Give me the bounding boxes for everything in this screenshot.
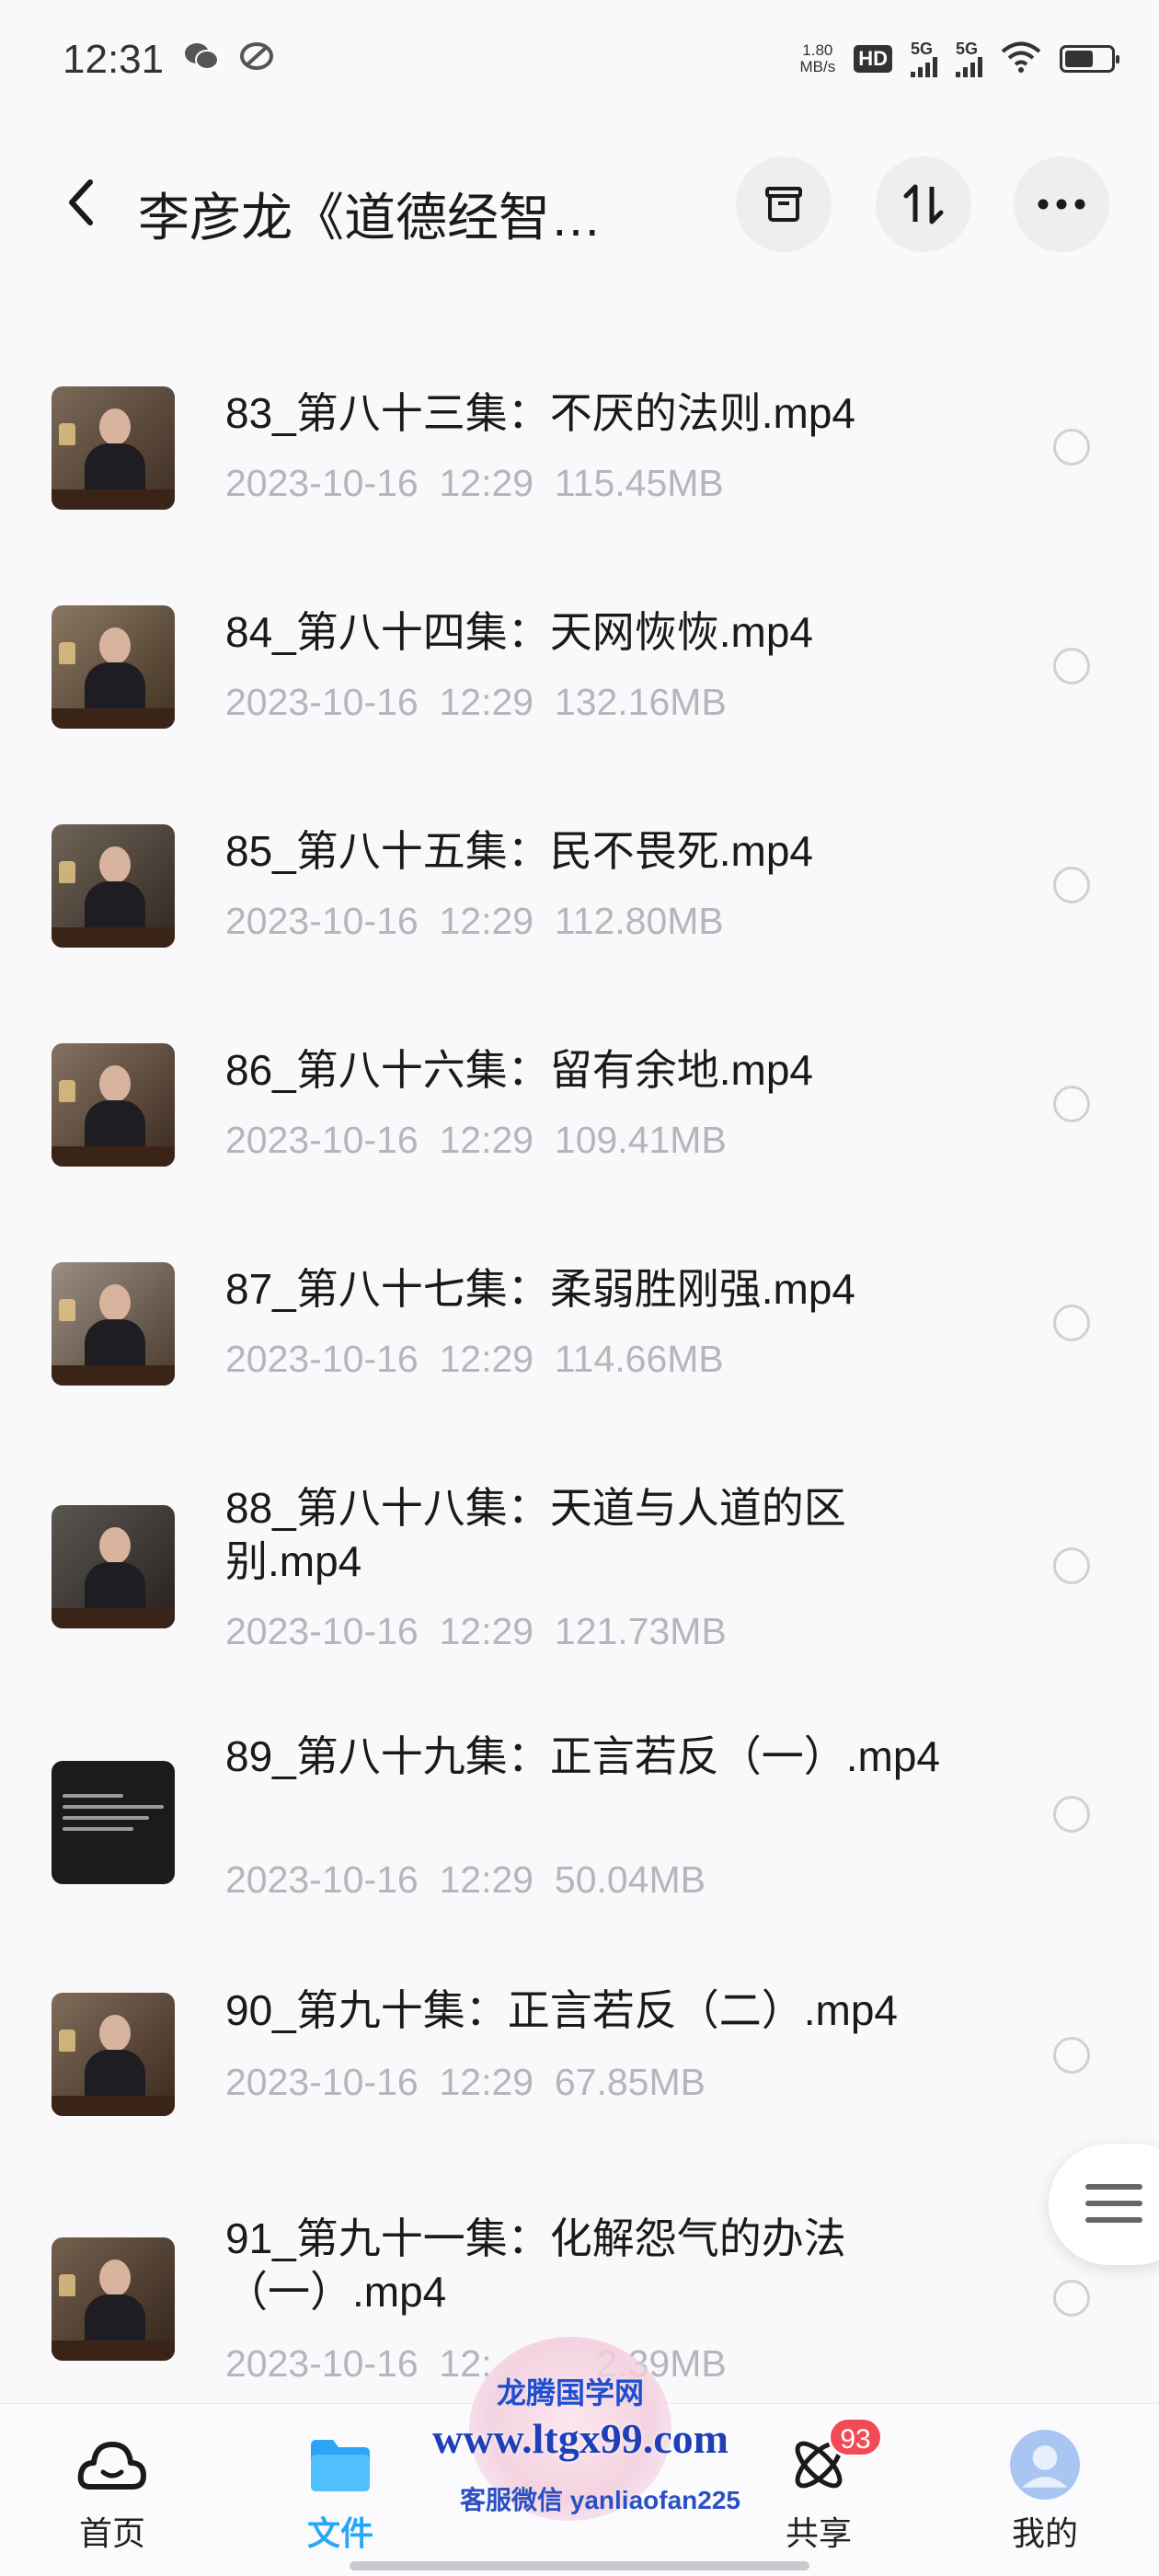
nav-item-home[interactable]: 首页 <box>20 2404 204 2576</box>
signal-icon-2: 5G <box>956 40 982 77</box>
file-name: 88_第八十八集：天道与人道的区别.mp4 <box>225 1484 846 1585</box>
video-thumbnail <box>52 386 175 510</box>
folder-icon <box>305 2430 375 2500</box>
select-radio[interactable] <box>1053 1547 1090 1584</box>
page-title: 李彦龙《道德经智… <box>138 189 602 247</box>
select-radio[interactable] <box>1053 2280 1090 2317</box>
video-thumbnail <box>52 1262 175 1386</box>
app-notification-icon <box>239 40 274 76</box>
home-indicator <box>350 2561 809 2570</box>
select-radio[interactable] <box>1053 1796 1090 1833</box>
file-name: 84_第八十四集：天网恢恢.mp4 <box>225 608 814 656</box>
cloud-home-icon <box>77 2430 147 2500</box>
archive-icon <box>765 187 802 222</box>
nav-label-me: 我的 <box>1011 2514 1078 2552</box>
file-name: 83_第八十三集：不厌的法则.mp4 <box>225 389 856 437</box>
video-thumbnail <box>52 1993 175 2116</box>
video-thumbnail <box>52 1043 175 1167</box>
video-thumbnail <box>52 1505 175 1628</box>
avatar-icon <box>1010 2430 1080 2500</box>
file-name: 87_第八十七集：柔弱胜刚强.mp4 <box>225 1265 856 1313</box>
hd-badge: HD <box>854 45 892 73</box>
file-meta: 2023-10-16 12:29 114.66MB <box>225 1338 724 1380</box>
select-radio[interactable] <box>1053 1086 1090 1122</box>
wifi-icon <box>1001 41 1041 77</box>
video-thumbnail <box>52 605 175 729</box>
file-meta: 2023-10-16 12:29 112.80MB <box>225 900 724 942</box>
select-radio[interactable] <box>1053 429 1090 466</box>
file-meta: 2023-10-16 12:29 109.41MB <box>225 1119 727 1161</box>
file-name: 85_第八十五集：民不畏死.mp4 <box>225 827 814 875</box>
status-bar: 12:31 1.80 MB/s HD 5G 5G <box>0 0 1159 120</box>
file-name: 91_第九十一集：化解怨气的办法（一）.mp4 <box>225 2214 846 2316</box>
back-button[interactable] <box>53 173 109 232</box>
nav-label-home: 首页 <box>78 2514 145 2552</box>
more-button[interactable] <box>1014 156 1109 252</box>
nav-item-me[interactable]: 我的 <box>953 2404 1137 2576</box>
menu-lines-icon <box>1085 2184 1142 2234</box>
net-speed: 1.80 MB/s <box>799 41 836 75</box>
sort-icon <box>903 184 944 224</box>
video-thumbnail <box>52 824 175 948</box>
watermark-contact: 客服微信 yanliaofan225 <box>460 2486 740 2514</box>
more-icon <box>1038 199 1085 210</box>
watermark-url: www.ltgx99.com <box>432 2415 729 2462</box>
file-meta: 2023-10-16 12:29 115.45MB <box>225 462 724 504</box>
video-thumbnail <box>52 2237 175 2361</box>
file-name: 90_第九十集：正言若反（二）.mp4 <box>225 1986 899 2034</box>
file-name: 86_第八十六集：留有余地.mp4 <box>225 1046 814 1094</box>
select-radio[interactable] <box>1053 1305 1090 1341</box>
select-radio[interactable] <box>1053 2037 1090 2074</box>
watermark: 龙腾国学网 www.ltgx99.com 客服微信 yanliaofan225 <box>405 2337 791 2576</box>
video-thumbnail <box>52 1761 175 1884</box>
share-badge: 93 <box>828 2417 883 2457</box>
back-arrow-icon <box>69 179 93 225</box>
watermark-title: 龙腾国学网 <box>497 2376 645 2409</box>
wechat-icon <box>184 40 219 76</box>
file-meta: 2023-10-16 12:29 67.85MB <box>225 2061 706 2103</box>
file-meta: 2023-10-16 12:29 132.16MB <box>225 681 727 723</box>
file-meta: 2023-10-16 12:29 50.04MB <box>225 1858 706 1901</box>
file-name: 89_第八十九集：正言若反（一）.mp4 <box>225 1732 941 1780</box>
battery-icon <box>1060 45 1119 73</box>
select-radio[interactable] <box>1053 867 1090 903</box>
signal-icon-1: 5G <box>911 40 937 77</box>
floating-menu-button[interactable] <box>1049 2144 1159 2265</box>
sort-button[interactable] <box>876 156 971 252</box>
file-meta: 2023-10-16 12:29 121.73MB <box>225 1610 727 1652</box>
status-time: 12:31 <box>63 37 165 82</box>
header: 李彦龙《道德经智… <box>0 147 1159 258</box>
archive-button[interactable] <box>736 156 832 252</box>
select-radio[interactable] <box>1053 648 1090 684</box>
